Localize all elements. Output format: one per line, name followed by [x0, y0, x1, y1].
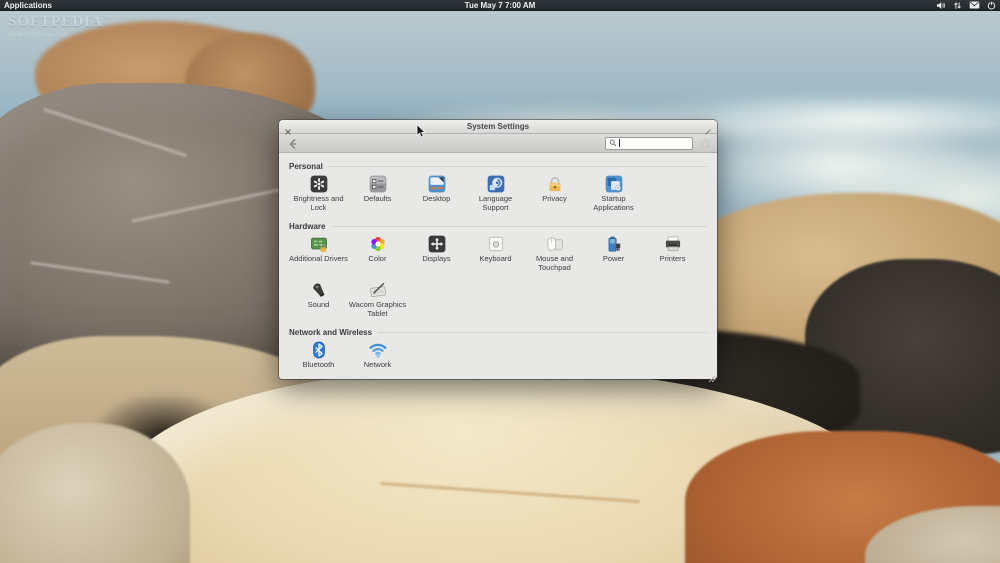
additional-drivers-icon — [309, 234, 329, 254]
settings-item-bluetooth[interactable]: Bluetooth — [289, 337, 348, 379]
item-label: Defaults — [363, 194, 392, 203]
section-divider — [331, 225, 707, 227]
clock[interactable]: Tue May 7 7:00 AM — [0, 1, 1000, 10]
close-icon[interactable] — [284, 123, 292, 135]
section-items: Brightness and Lock Defaults Desktop Langua… — [289, 171, 707, 217]
item-label: Brightness and Lock — [293, 194, 344, 212]
toolbar — [279, 134, 717, 153]
network-arrows-icon[interactable] — [953, 1, 962, 10]
settings-item-startup-applications[interactable]: Startup Applications — [584, 171, 643, 217]
back-arrow-icon[interactable] — [287, 137, 299, 149]
system-settings-window: System Settings Personal Brightness and L… — [279, 120, 717, 383]
power-icon[interactable] — [987, 1, 996, 10]
section-network-wireless: Network and Wireless Bluetooth Network — [289, 327, 707, 379]
settings-sections: Personal Brightness and Lock Defaults Deskt… — [279, 153, 717, 379]
settings-item-color[interactable]: Color — [348, 231, 407, 277]
item-label: Wacom Graphics Tablet — [348, 300, 407, 318]
defaults-icon — [368, 174, 388, 194]
section-header: Hardware — [289, 221, 707, 231]
item-label: Mouse and Touchpad — [535, 254, 574, 272]
item-label: Additional Drivers — [289, 254, 348, 263]
color-icon — [368, 234, 388, 254]
item-label: Language Support — [478, 194, 513, 212]
settings-item-defaults[interactable]: Defaults — [348, 171, 407, 217]
settings-item-wacom[interactable]: Wacom Graphics Tablet — [348, 277, 407, 323]
item-label: Power — [602, 254, 625, 263]
item-label: Printers — [659, 254, 686, 263]
language-support-icon — [486, 174, 506, 194]
section-personal: Personal Brightness and Lock Defaults Deskt… — [289, 161, 707, 217]
section-divider — [378, 331, 707, 333]
mouse-touchpad-icon — [545, 234, 565, 254]
settings-item-language-support[interactable]: Language Support — [466, 171, 525, 217]
settings-item-brightness-lock[interactable]: Brightness and Lock — [289, 171, 348, 217]
wifi-icon — [368, 340, 388, 360]
section-divider — [328, 165, 707, 167]
window-title: System Settings — [466, 122, 530, 131]
titlebar[interactable]: System Settings — [279, 120, 717, 135]
item-label: Color — [368, 254, 387, 263]
section-header: Personal — [289, 161, 707, 171]
settings-item-privacy[interactable]: Privacy — [525, 171, 584, 217]
item-label: Keyboard — [479, 254, 512, 263]
item-label: Network — [363, 360, 392, 369]
volume-icon[interactable] — [936, 1, 946, 10]
desktop: SOFTPEDIA™ www.softpedia.com Application… — [0, 0, 1000, 563]
item-label: Startup Applications — [593, 194, 634, 212]
sound-icon — [309, 280, 329, 300]
privacy-lock-icon — [545, 174, 565, 194]
desktop-icon — [427, 174, 447, 194]
text-caret — [619, 139, 620, 147]
section-items: Bluetooth Network — [289, 337, 707, 379]
settings-item-desktop[interactable]: Desktop — [407, 171, 466, 217]
search-input[interactable] — [622, 138, 682, 148]
settings-item-displays[interactable]: Displays — [407, 231, 466, 277]
power-battery-icon — [604, 234, 624, 254]
section-items: Additional Drivers Color Displays Keyboard M… — [289, 231, 707, 323]
startup-applications-icon — [604, 174, 624, 194]
section-header: Network and Wireless — [289, 327, 707, 337]
keyboard-icon — [486, 234, 506, 254]
search-box[interactable] — [605, 136, 693, 150]
wacom-tablet-icon — [368, 280, 388, 300]
settings-item-sound[interactable]: Sound — [289, 277, 348, 323]
panel-indicators — [936, 1, 996, 10]
item-label: Privacy — [542, 194, 567, 203]
gear-icon[interactable] — [699, 137, 711, 150]
section-title-network-wireless: Network and Wireless — [289, 327, 373, 337]
maximize-icon[interactable] — [704, 123, 712, 135]
item-label: Displays — [422, 254, 451, 263]
displays-icon — [427, 234, 447, 254]
settings-item-network[interactable]: Network — [348, 337, 407, 379]
resize-grip[interactable] — [708, 370, 716, 383]
printers-icon — [663, 234, 683, 254]
settings-item-additional-drivers[interactable]: Additional Drivers — [289, 231, 348, 277]
item-label: Sound — [307, 300, 330, 309]
settings-item-keyboard[interactable]: Keyboard — [466, 231, 525, 277]
search-icon — [609, 139, 617, 147]
item-label: Bluetooth — [302, 360, 335, 369]
brightness-lock-icon — [309, 174, 329, 194]
section-title-personal: Personal — [289, 161, 323, 171]
settings-item-printers[interactable]: Printers — [643, 231, 702, 277]
section-hardware: Hardware Additional Drivers Color Displays K… — [289, 221, 707, 323]
top-panel: Applications Tue May 7 7:00 AM — [0, 0, 1000, 11]
mail-icon[interactable] — [969, 1, 980, 9]
bluetooth-icon — [309, 340, 329, 360]
item-label: Desktop — [422, 194, 451, 203]
section-title-hardware: Hardware — [289, 221, 326, 231]
settings-item-power[interactable]: Power — [584, 231, 643, 277]
settings-item-mouse-touchpad[interactable]: Mouse and Touchpad — [525, 231, 584, 277]
